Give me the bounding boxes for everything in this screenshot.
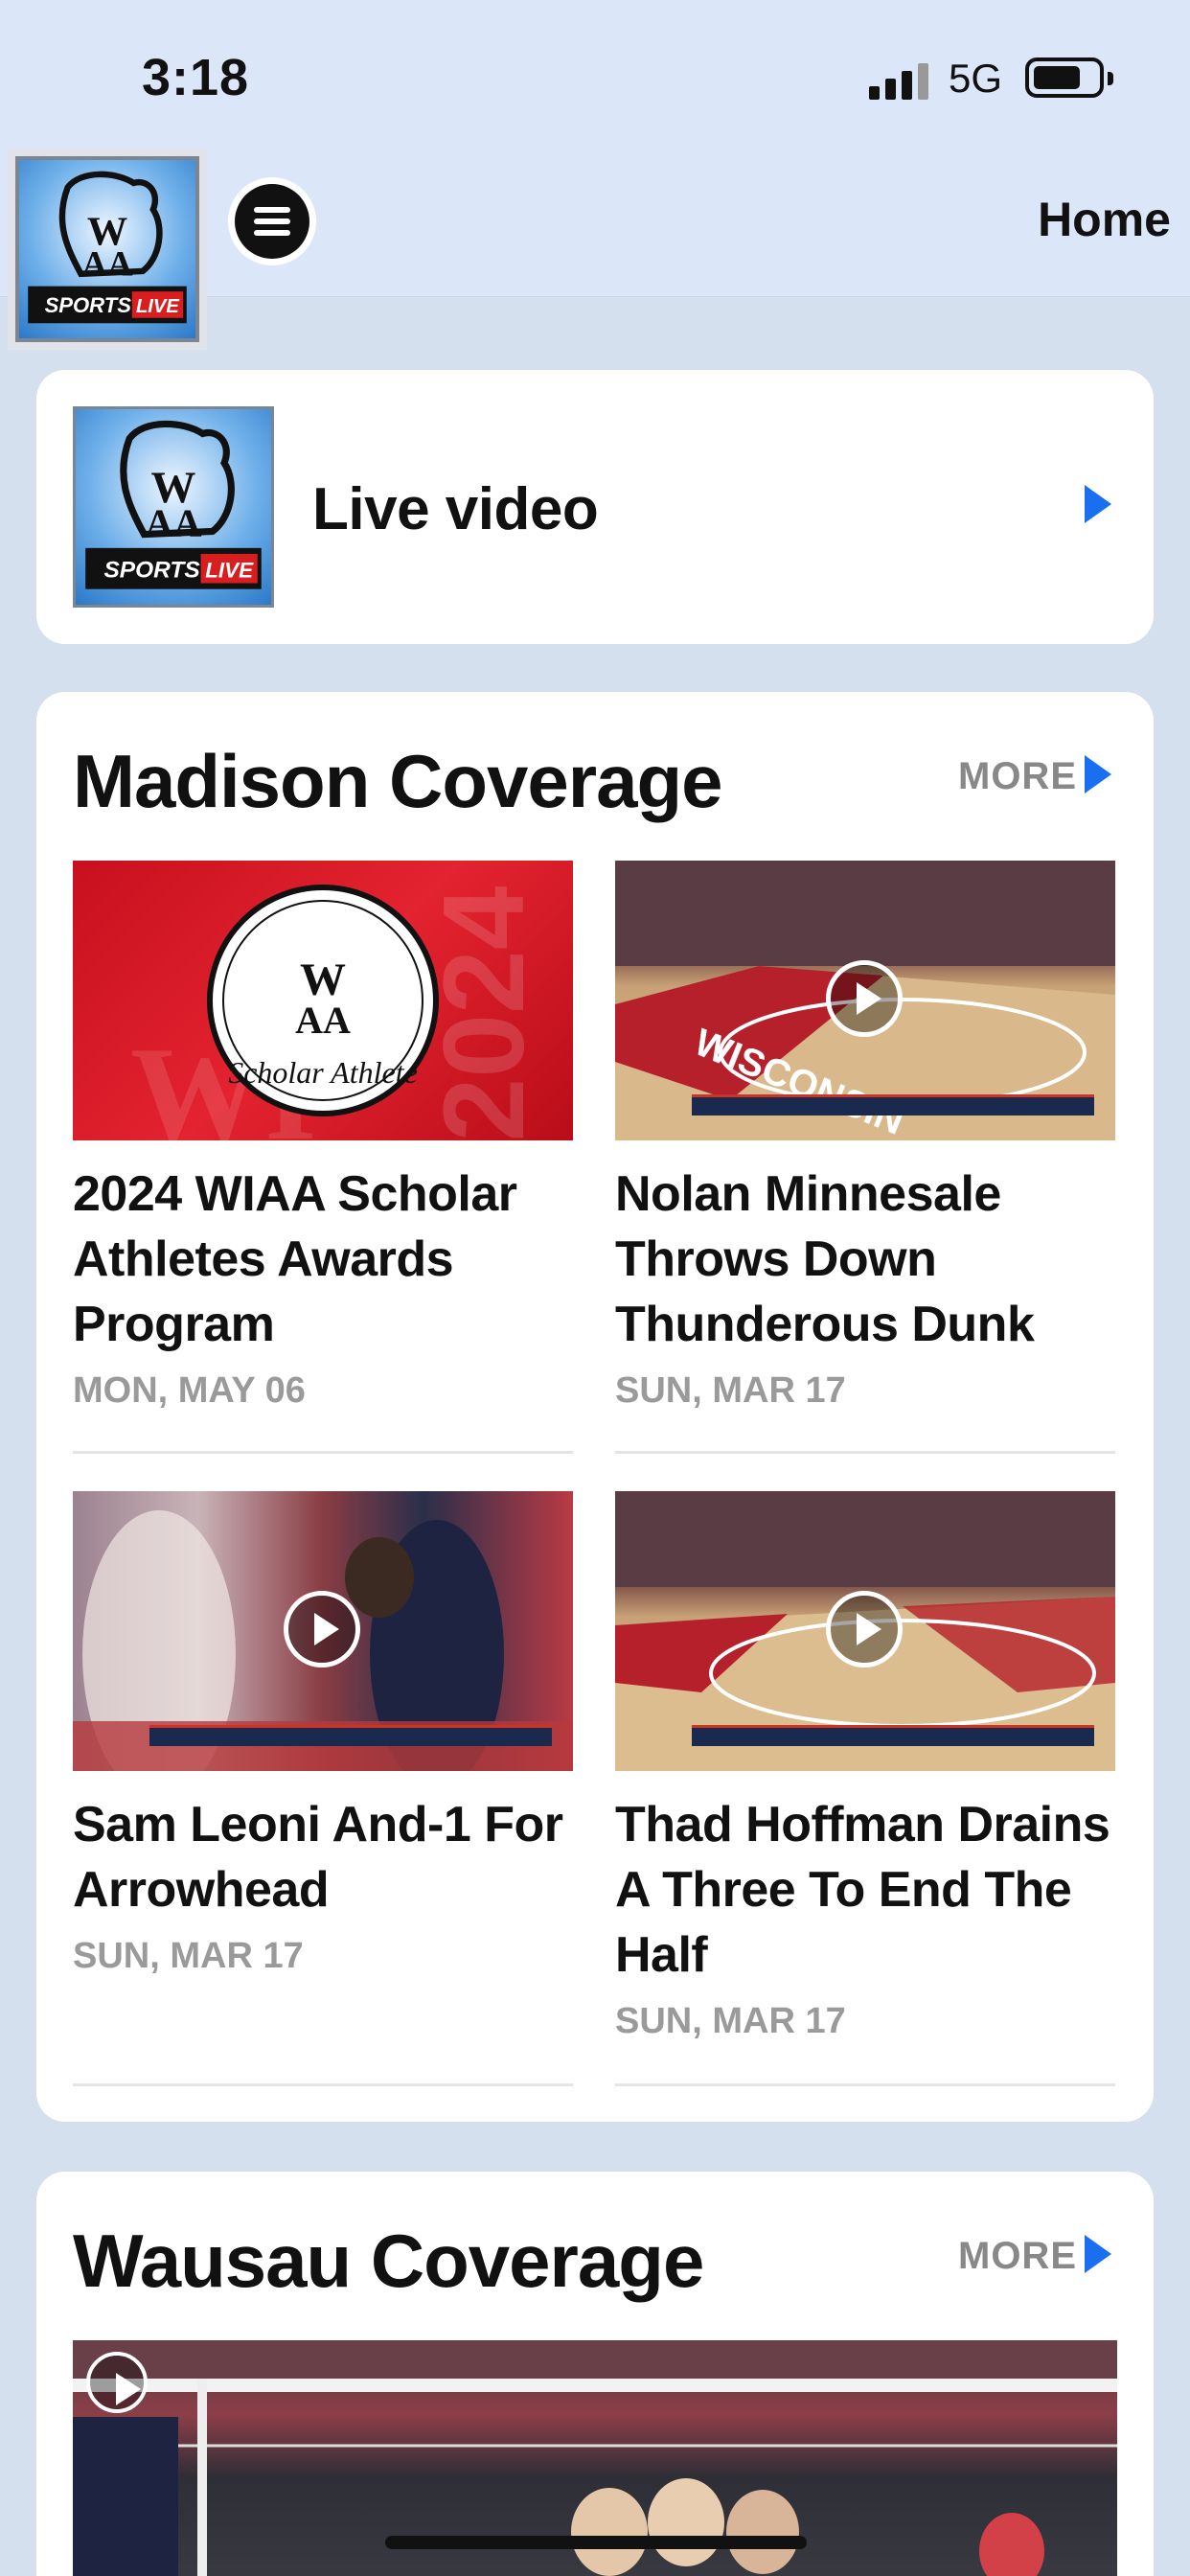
- svg-text:SPORTS: SPORTS: [103, 557, 200, 583]
- app-header: W AA SPORTS LIVE Home: [0, 149, 1190, 350]
- svg-text:AA: AA: [146, 502, 202, 545]
- network-label: 5G: [949, 56, 1003, 101]
- video-date: MON, MAY 06: [73, 1370, 306, 1411]
- video-thumbnail: [73, 1491, 573, 1771]
- wiaa-sports-live-logo[interactable]: W AA SPORTS LIVE: [8, 149, 207, 350]
- live-video-card[interactable]: W AA SPORTS LIVE Live video: [36, 370, 1154, 644]
- video-title: 2024 WIAA Scholar Athletes Awards Progra…: [73, 1166, 517, 1352]
- menu-button[interactable]: [228, 177, 316, 265]
- signal-icon: [869, 63, 930, 100]
- wiaa-logo-icon: W AA SPORTS LIVE: [28, 171, 187, 324]
- scorebug: [149, 1725, 552, 1746]
- section-title: Madison Coverage: [73, 739, 723, 823]
- play-icon: [86, 2352, 148, 2413]
- divider: [615, 2083, 1115, 2086]
- hamburger-icon: [235, 184, 309, 259]
- live-video-logo: W AA SPORTS LIVE: [73, 406, 274, 608]
- video-tile[interactable]: Sam Leoni And-1 For Arrowhead SUN, MAR 1…: [73, 1491, 573, 1977]
- video-thumbnail: 2024 WI W AA Scholar Athlete: [73, 861, 573, 1140]
- svg-text:Scholar Athlete: Scholar Athlete: [228, 1055, 418, 1090]
- home-link[interactable]: Home: [1038, 192, 1171, 247]
- madison-coverage-section: Madison Coverage MORE 2024 WI W AA Schol…: [36, 692, 1154, 2122]
- chevron-right-icon: [1085, 485, 1111, 523]
- madison-more-button[interactable]: MORE: [958, 755, 1077, 798]
- play-icon: [826, 960, 903, 1037]
- status-time: 3:18: [142, 49, 250, 106]
- scorebug: [692, 1094, 1094, 1116]
- video-tile[interactable]: 2024 WI W AA Scholar Athlete 2024 WIAA S…: [73, 861, 573, 1412]
- wausau-coverage-section: Wausau Coverage MORE: [36, 2172, 1154, 2576]
- video-tile[interactable]: WISCONSIN Nolan Minnesale Throws Down Th…: [615, 861, 1115, 1412]
- divider: [73, 2083, 573, 2086]
- chevron-right-icon: [1085, 2235, 1111, 2273]
- svg-text:LIVE: LIVE: [205, 558, 254, 582]
- svg-text:SPORTS: SPORTS: [45, 293, 132, 317]
- divider: [615, 1451, 1115, 1454]
- section-title: Wausau Coverage: [73, 2219, 704, 2303]
- home-indicator: [385, 2536, 807, 2549]
- divider: [73, 1451, 573, 1454]
- video-title: Nolan Minnesale Throws Down Thunderous D…: [615, 1166, 1035, 1352]
- svg-text:AA: AA: [295, 999, 351, 1042]
- svg-text:LIVE: LIVE: [136, 296, 179, 317]
- svg-text:AA: AA: [81, 244, 133, 284]
- chevron-right-icon: [1085, 755, 1111, 794]
- svg-text:2024: 2024: [420, 886, 548, 1140]
- scorebug: [692, 1725, 1094, 1746]
- play-icon: [826, 1591, 903, 1668]
- wausau-more-button[interactable]: MORE: [958, 2235, 1077, 2278]
- status-bar: 3:18 5G: [0, 0, 1190, 149]
- video-title: Sam Leoni And-1 For Arrowhead: [73, 1797, 563, 1918]
- video-date: SUN, MAR 17: [615, 1370, 846, 1411]
- battery-icon: [1025, 58, 1113, 98]
- play-icon: [284, 1591, 360, 1668]
- video-date: SUN, MAR 17: [73, 1936, 304, 1976]
- video-title: Thad Hoffman Drains A Three To End The H…: [615, 1797, 1110, 1983]
- video-date: SUN, MAR 17: [615, 2001, 846, 2041]
- video-thumbnail: [615, 1491, 1115, 1771]
- live-video-title: Live video: [312, 476, 599, 542]
- wiaa-logo-icon: W AA SPORTS LIVE: [85, 420, 262, 589]
- video-tile[interactable]: Thad Hoffman Drains A Three To End The H…: [615, 1491, 1115, 2042]
- video-thumbnail: WISCONSIN: [615, 861, 1115, 1140]
